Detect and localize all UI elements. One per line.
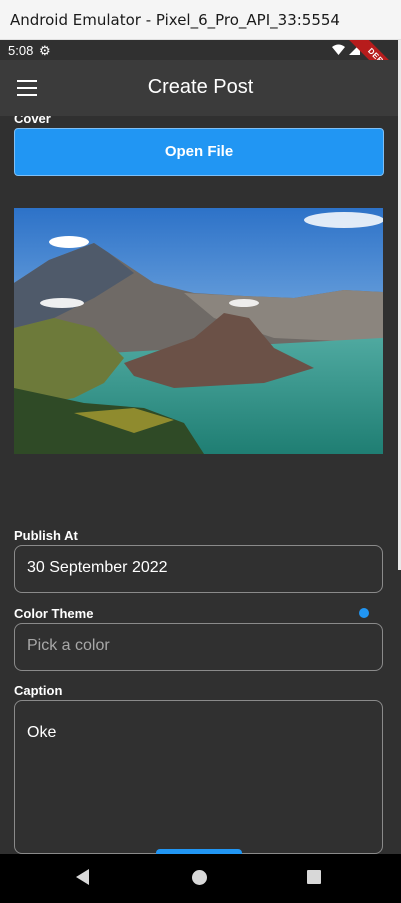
publish-at-value: 30 September 2022 [27,559,168,576]
color-theme-placeholder: Pick a color [27,637,110,654]
color-picker-field[interactable]: Pick a color [14,623,383,671]
app-bar: Create Post [0,60,401,116]
emulator-title: Android Emulator - Pixel_6_Pro_API_33:55… [10,11,340,29]
gear-icon: ⚙ [39,43,51,58]
cover-label: Cover [14,116,51,126]
publish-at-field[interactable]: 30 September 2022 [14,545,383,593]
device-screen: 5:08 ⚙ DEBUG Create Post Cover Open File [0,40,401,903]
emulator-title-bar: Android Emulator - Pixel_6_Pro_API_33:55… [0,0,401,40]
color-theme-label: Color Theme [14,606,94,621]
wifi-icon [332,44,345,55]
status-time: 5:08 [8,43,34,58]
status-bar: 5:08 ⚙ DEBUG [0,40,401,98]
system-navigation-bar [0,854,401,903]
caption-label: Caption [14,683,63,698]
recents-icon[interactable] [307,870,321,884]
color-preview-dot [359,608,369,618]
caption-value: Oke [27,724,57,741]
page-title: Create Post [147,76,254,98]
home-icon[interactable] [192,870,207,885]
caption-textarea[interactable]: Oke [14,700,383,854]
back-icon[interactable] [76,869,89,885]
create-post-form[interactable]: Cover Open File Publish At 30 September … [0,116,401,854]
publish-at-label: Publish At [14,528,78,543]
cover-image-preview [14,208,383,454]
open-file-button[interactable]: Open File [14,128,384,176]
